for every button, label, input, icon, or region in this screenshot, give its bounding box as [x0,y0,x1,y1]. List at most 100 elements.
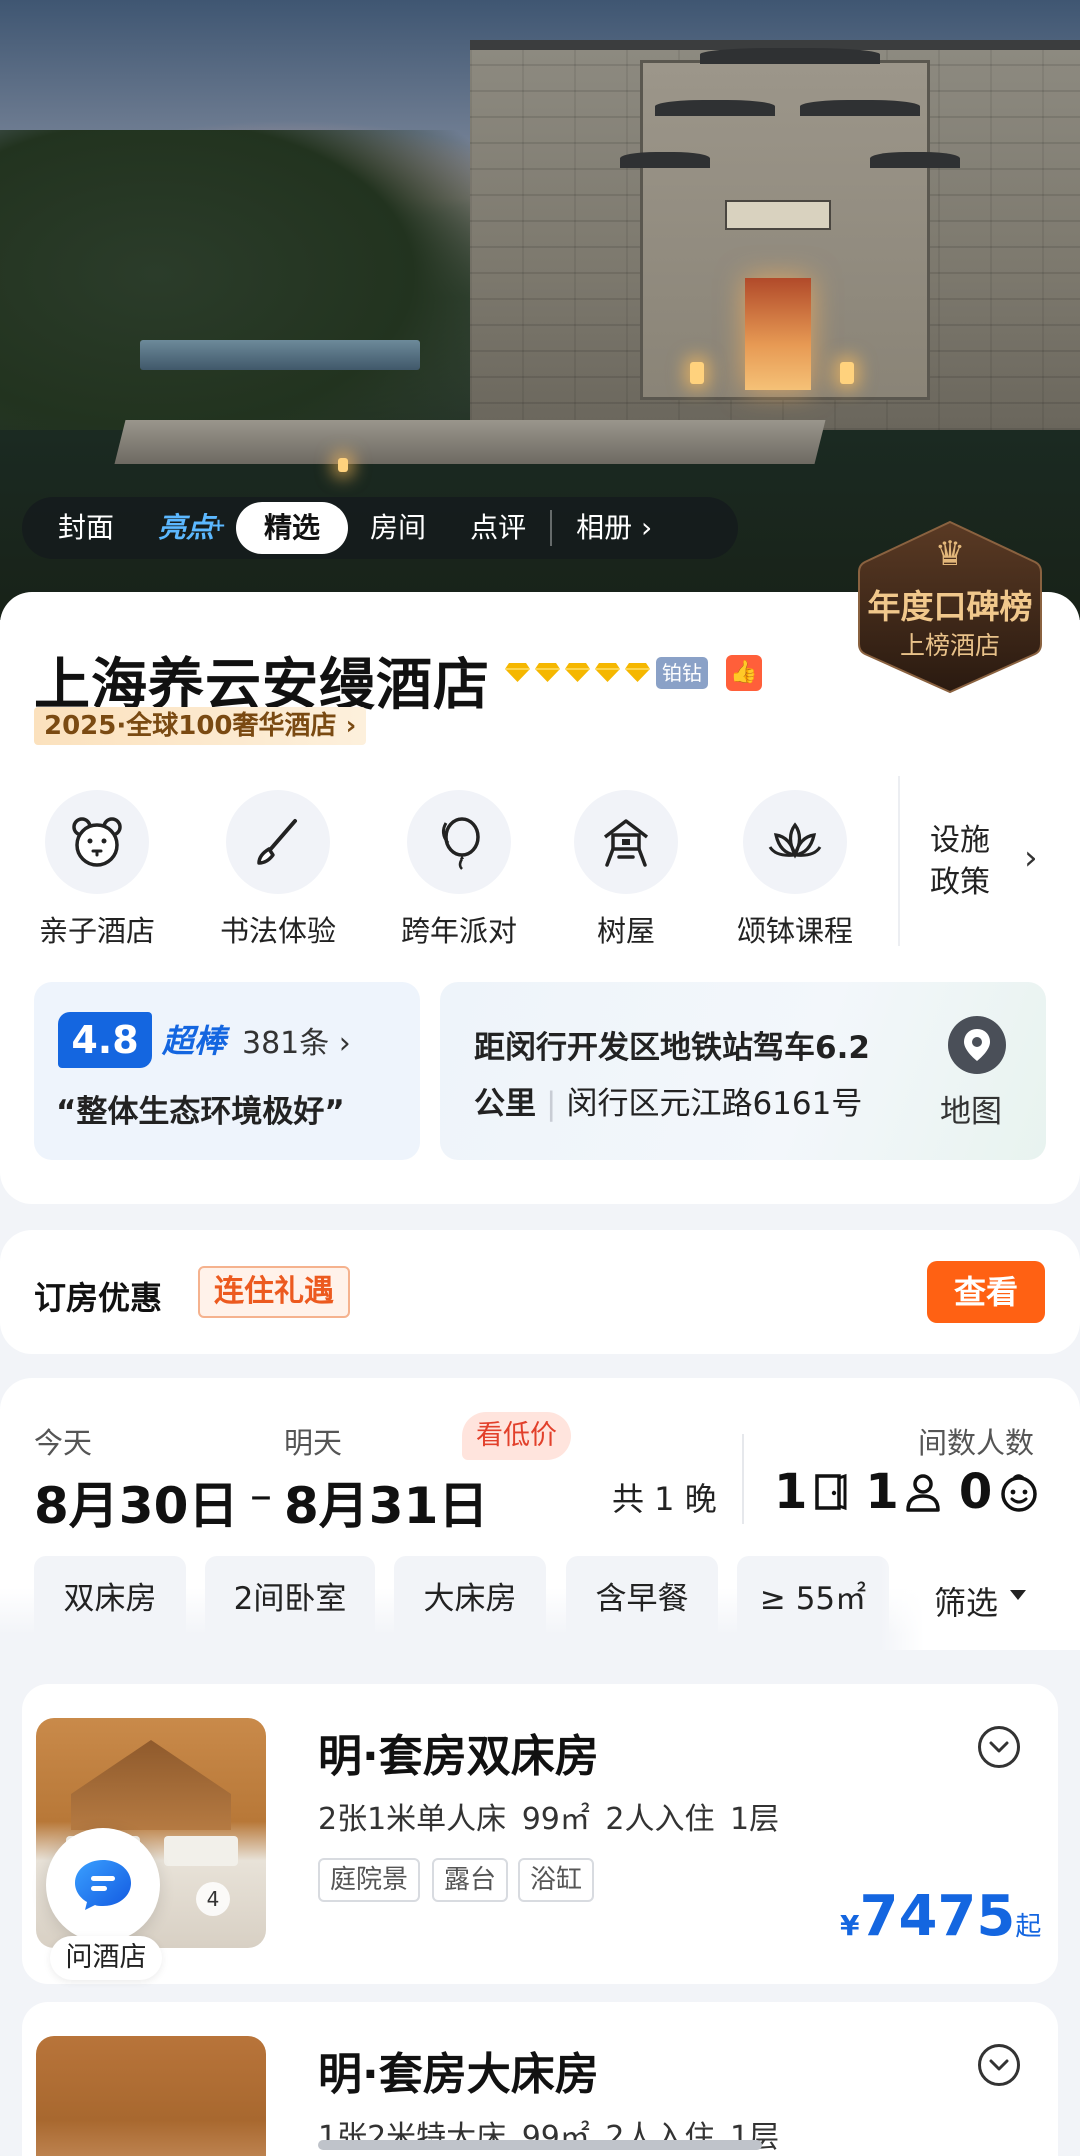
diamond-rating [504,661,651,683]
checkin-date[interactable]: 8月30日 [34,1466,238,1538]
photo-count-badge: 4 [196,1882,230,1916]
adult-icon [905,1472,941,1512]
room-spec: 2张1米单人床 99㎡ 2人入住 1层 [318,1802,780,1837]
lantern [690,362,704,384]
ask-hotel-label[interactable]: 问酒店 [50,1936,162,1980]
gate-roof [870,152,960,168]
caret-down-icon [1010,1590,1026,1600]
gate-roof [620,152,710,168]
feature-label: 跨年派对 [400,914,517,948]
price-amount: 7475 [859,1884,1016,1949]
feature-singing-bowl[interactable]: 颂钵课程 [725,790,865,950]
door-icon [813,1472,847,1512]
feature-icon-circle [45,790,149,894]
room-count: 1 [774,1464,808,1520]
distance-unit: 公里 [474,1086,536,1122]
chevron-right-icon: › [1024,838,1038,878]
currency: ¥ [840,1909,860,1942]
expand-toggle[interactable] [978,1726,1020,1768]
map-pin-glyph [964,1029,990,1061]
facility-policy-link[interactable]: 设施 政策 › [898,776,1080,946]
gate-roof [700,48,880,64]
gate-plaque [725,200,831,230]
brush-icon [257,819,297,865]
child-icon [998,1471,1040,1513]
tab-rooms[interactable]: 房间 [348,502,448,554]
tab-album[interactable]: 相册 › [554,502,664,554]
expand-toggle[interactable] [978,2044,1020,2086]
thumbs-up-icon: 👍 [726,655,762,691]
checkin-label: 今天 [34,1426,93,1460]
location-summary[interactable]: 距闵行开发区地铁站驾车6.2 公里 | 闵行区元江路6161号 地图 [440,982,1046,1160]
room-tag: 浴缸 [518,1858,595,1902]
ask-hotel-button[interactable] [46,1828,160,1942]
filter-chip-king[interactable]: 大床房 [394,1556,546,1642]
low-price-tag[interactable]: 看低价 [462,1412,571,1460]
award-title: 年度口碑榜 [867,587,1033,626]
tab-highlights-label: 亮点 [158,511,215,544]
gate-roof [800,100,920,116]
home-indicator[interactable] [318,2140,762,2150]
filter-chip-twin[interactable]: 双床房 [34,1556,186,1642]
price-suffix: 起 [1015,1912,1042,1942]
room-photo[interactable] [36,2036,266,2156]
chevron-down-icon [989,2059,1009,2071]
guest-selector[interactable]: 1 1 0 [774,1464,1058,1520]
nights-count: 共 1 晚 [612,1480,717,1518]
balloon-icon [441,817,480,870]
review-summary[interactable]: 4.8 超棒 381条 › “整体生态环境极好” [34,982,420,1160]
offer-tag: 连住礼遇 [198,1266,350,1318]
checkout-date[interactable]: 8月31日 [284,1466,488,1538]
feature-calligraphy[interactable]: 书法体验 [208,790,348,950]
guest-label: 间数人数 [918,1426,1035,1460]
facility-label: 设施 政策 [930,820,1010,904]
sparkle-icon: + [210,515,227,536]
offer-title: 订房优惠 [34,1279,163,1317]
filter-chip-breakfast[interactable]: 含早餐 [566,1556,718,1642]
lantern [338,458,348,472]
treehouse-icon [603,819,649,867]
diamond-icon [595,663,620,682]
tab-album-label: 相册 [576,511,633,544]
filter-chip-size[interactable]: ≥ 55㎡ [737,1556,889,1642]
wood-gable [71,1740,231,1830]
diamond-icon [505,663,530,682]
chevron-right-icon: › [641,511,653,544]
chat-bubble-icon [75,1860,131,1910]
feature-icon-circle [574,790,678,894]
tab-featured[interactable]: 精选 [236,502,349,554]
feature-new-year-party[interactable]: 跨年派对 [389,790,529,950]
map-pin-icon[interactable] [948,1016,1006,1074]
divider: | [546,1086,557,1122]
trophy-icon: ♛ [934,534,966,574]
filter-button[interactable]: 筛选 [934,1578,998,1624]
pool [140,340,420,370]
room-price: ¥7475起 [840,1884,1041,1949]
award-badge[interactable]: ♛ 年度口碑榜 上榜酒店 [855,518,1045,696]
feature-family-hotel[interactable]: 亲子酒店 [27,790,167,950]
tab-cover[interactable]: 封面 [36,502,136,554]
filter-chip-two-bedrooms[interactable]: 2间卧室 [205,1556,375,1642]
feature-treehouse[interactable]: 树屋 [556,790,696,950]
bear-icon [72,817,122,867]
room-tag: 庭院景 [318,1858,421,1902]
chevron-down-icon [989,1741,1009,1753]
stone-path [114,420,826,464]
feature-icon-circle [226,790,330,894]
adult-count: 1 [865,1464,899,1520]
feature-icon-circle [407,790,511,894]
glowing-door [745,278,811,390]
map-button-label[interactable]: 地图 [940,1086,1002,1131]
section-tab-bar: 封面 亮点 + 精选 房间 点评 相册 › [22,497,738,559]
feature-icon-circle [743,790,847,894]
facility-label-line: 设施 [930,823,990,858]
tab-reviews[interactable]: 点评 [448,502,548,554]
tab-highlights[interactable]: 亮点 + [136,502,236,554]
view-offer-button[interactable]: 查看 [927,1261,1045,1323]
review-count: 381条 › [242,1026,351,1061]
tab-divider [550,510,553,546]
checkout-label: 明天 [284,1426,343,1460]
ranking-tag[interactable]: 2025·全球100奢华酒店 › [34,707,367,745]
date-dash: – [250,1470,272,1521]
award-subtitle: 上榜酒店 [899,631,1000,660]
